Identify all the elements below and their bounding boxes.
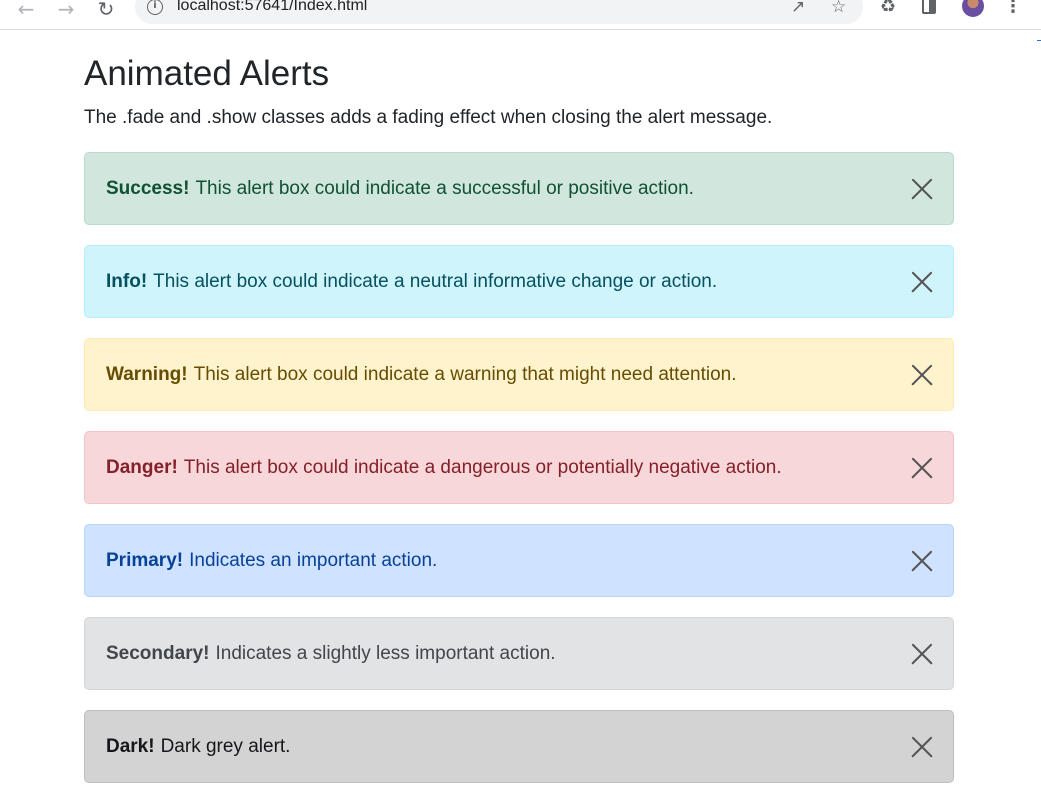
kebab-menu-icon[interactable]: ⋮: [1004, 0, 1022, 17]
alert-list: Success! This alert box could indicate a…: [84, 152, 954, 783]
close-icon[interactable]: [911, 643, 933, 665]
alert-text: This alert box could indicate a neutral …: [153, 270, 718, 292]
alert-label: Danger!: [106, 456, 178, 478]
alert-text: Indicates an important action.: [189, 549, 438, 571]
back-arrow-icon[interactable]: ←: [12, 0, 40, 21]
puzzle-extensions-icon[interactable]: ♻: [880, 0, 896, 17]
alert-text: Dark grey alert.: [160, 735, 291, 757]
window-edge-mark: [1037, 40, 1041, 49]
close-icon[interactable]: [911, 736, 933, 758]
page-title: Animated Alerts: [84, 54, 330, 93]
address-bar[interactable]: i localhost:57641/Index.html ↗ ☆: [135, 0, 863, 24]
alert-success: Success! This alert box could indicate a…: [84, 152, 954, 225]
alert-warning: Warning! This alert box could indicate a…: [84, 338, 954, 411]
forward-arrow-icon[interactable]: →: [52, 0, 80, 21]
alert-text: This alert box could indicate a dangerou…: [183, 456, 782, 478]
close-icon[interactable]: [911, 178, 933, 200]
alert-label: Primary!: [106, 549, 184, 571]
page-content: Animated Alerts The .fade and .show clas…: [84, 30, 954, 803]
close-icon[interactable]: [911, 550, 933, 572]
browser-toolbar: ← → ↻ i localhost:57641/Index.html ↗ ☆ ♻…: [0, 0, 1041, 30]
close-icon[interactable]: [911, 271, 933, 293]
bookmark-star-icon[interactable]: ☆: [831, 0, 846, 17]
avatar[interactable]: [962, 0, 984, 17]
alert-secondary: Secondary! Indicates a slightly less imp…: [84, 617, 954, 690]
alert-primary: Primary! Indicates an important action.: [84, 524, 954, 597]
alert-text: Indicates a slightly less important acti…: [215, 642, 556, 664]
alert-label: Info!: [106, 270, 148, 292]
alert-label: Dark!: [106, 735, 155, 757]
alert-dark: Dark! Dark grey alert.: [84, 710, 954, 783]
alert-label: Success!: [106, 177, 190, 199]
alert-label: Warning!: [106, 363, 188, 385]
share-icon[interactable]: ↗: [791, 0, 805, 17]
alert-label: Secondary!: [106, 642, 210, 664]
reload-icon[interactable]: ↻: [92, 0, 120, 21]
alert-danger: Danger! This alert box could indicate a …: [84, 431, 954, 504]
site-info-icon[interactable]: i: [147, 0, 163, 15]
url-text[interactable]: localhost:57641/Index.html: [177, 0, 367, 15]
alert-text: This alert box could indicate a successf…: [195, 177, 694, 199]
close-icon[interactable]: [911, 457, 933, 479]
close-icon[interactable]: [911, 364, 933, 386]
side-panel-icon[interactable]: [922, 0, 936, 14]
alert-text: This alert box could indicate a warning …: [193, 363, 737, 385]
page-intro: The .fade and .show classes adds a fadin…: [84, 107, 773, 128]
alert-info: Info! This alert box could indicate a ne…: [84, 245, 954, 318]
